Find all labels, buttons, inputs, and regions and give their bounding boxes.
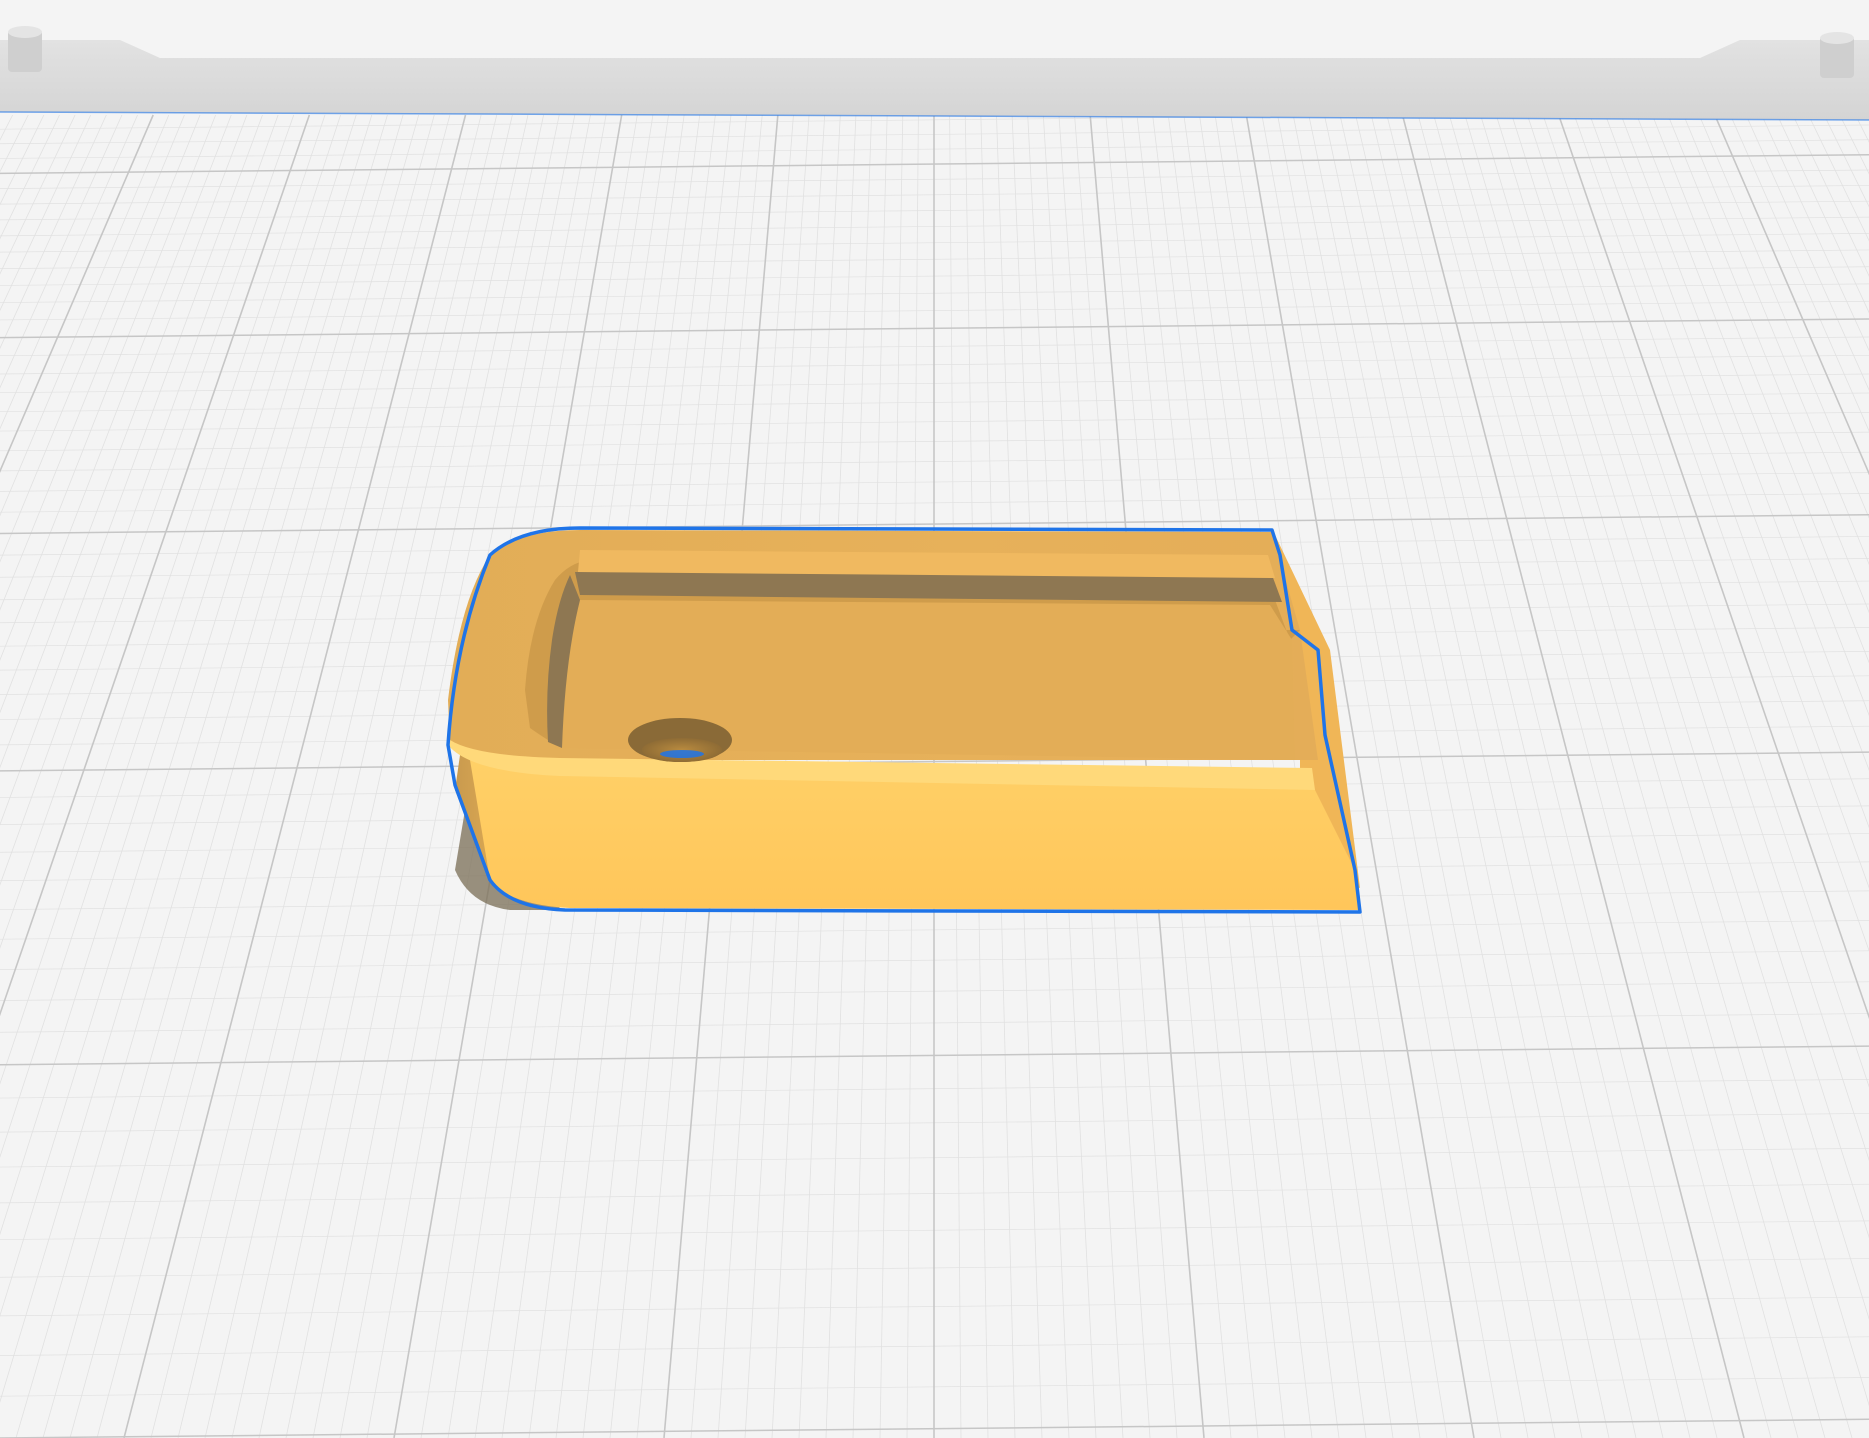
- selected-3d-model[interactable]: [446, 526, 1362, 914]
- model-screw-hole-through: [660, 750, 704, 758]
- 3d-viewport[interactable]: [0, 0, 1869, 1438]
- bed-frame-post-left-top: [8, 26, 42, 38]
- bed-frame-post-right-top: [1820, 32, 1854, 44]
- scene-canvas[interactable]: [0, 0, 1869, 1438]
